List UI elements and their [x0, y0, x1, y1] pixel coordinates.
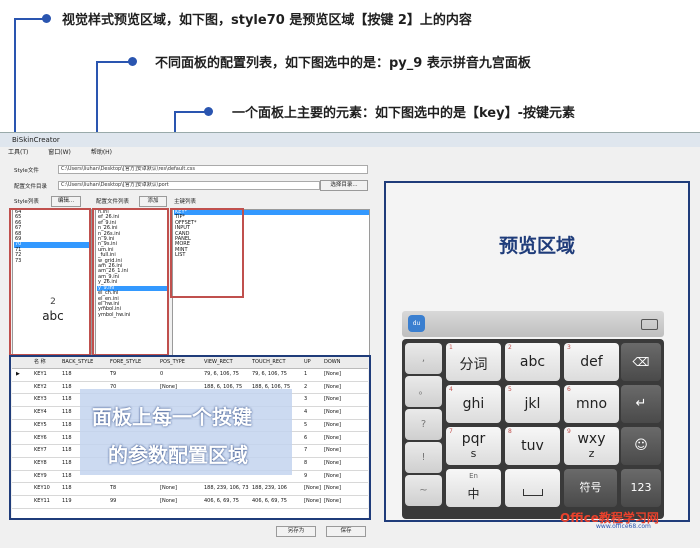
grid-frame	[9, 355, 371, 520]
key-number: 6	[567, 386, 571, 393]
callout-text-1: 视觉样式预览区域，如下图，style70 是预览区域【按键 2】上的内容	[62, 13, 472, 28]
key-list-highlight	[170, 208, 244, 298]
key-label: jkl	[524, 396, 541, 412]
key-list-label: 主键列表	[174, 199, 197, 205]
title-bar: BiSkinCreator	[0, 133, 700, 147]
callout-line-3h	[174, 111, 208, 113]
callout-text-3: 一个面板上主要的元素：如下图选中的是【key】-按键元素	[232, 106, 575, 121]
side-punct-key[interactable]: 。	[405, 376, 442, 407]
key-1[interactable]: 1 分词	[446, 343, 501, 381]
style-file-path[interactable]: C:\Users\liuhan\Desktop\[官方]安卓默认\res\def…	[58, 165, 368, 174]
symbol-key[interactable]: 符号	[564, 469, 617, 507]
key-label: abc	[519, 354, 546, 370]
key-9[interactable]: 9 wxy z	[564, 427, 619, 465]
lang-key-en: En	[469, 472, 478, 480]
keyboard-hide-icon[interactable]	[641, 319, 658, 330]
keyboard-topbar: du	[402, 311, 664, 337]
preview-title: 预览区域	[498, 235, 575, 257]
key-6[interactable]: 6 mno	[564, 385, 619, 423]
emoji-key[interactable]: ☺	[621, 427, 661, 465]
callout-text-2: 不同面板的配置列表，如下图选中的是：py_9 表示拼音九宫面板	[155, 56, 531, 71]
config-list-highlight	[92, 208, 169, 356]
key-number: 8	[508, 428, 512, 435]
window-title: BiSkinCreator	[12, 136, 60, 144]
key-5[interactable]: 5 jkl	[505, 385, 560, 423]
side-punct-key[interactable]: ,	[405, 343, 442, 374]
callout-line-1h	[14, 18, 46, 20]
app-window: BiSkinCreator 工具(T) 窗口(W) 帮助(H) Style文件 …	[0, 132, 700, 548]
enter-key[interactable]: ↵	[621, 385, 661, 423]
style-list-label: Style列表	[14, 199, 39, 205]
menu-tools[interactable]: 工具(T)	[8, 149, 28, 156]
num-key[interactable]: 123	[621, 469, 661, 507]
add-config-button[interactable]: 添加	[139, 196, 167, 207]
key-number: 2	[508, 344, 512, 351]
edit-style-button[interactable]: 编辑...	[51, 196, 81, 207]
save-button[interactable]: 保存	[326, 526, 366, 537]
key-label: mno	[575, 396, 608, 412]
key-number: 5	[508, 386, 512, 393]
key-sublabel: s	[470, 447, 477, 460]
menu-window[interactable]: 窗口(W)	[48, 149, 71, 156]
side-punct-key[interactable]: ~	[405, 475, 442, 506]
key-sublabel: z	[588, 447, 595, 460]
key-label: wxy	[577, 431, 606, 447]
preview-area: 预览区域 du ,。?! ~ 1 分词 2 abc 3 def 4 ghi 5 jkl 6 mno 7 pq…	[384, 181, 690, 530]
save-as-button[interactable]: 另存为	[276, 526, 316, 537]
key-number: 4	[449, 386, 453, 393]
watermark-url: www.office68.com	[596, 523, 651, 530]
key-label: ghi	[462, 396, 485, 412]
lang-key-zh: 中	[467, 487, 480, 501]
key-8[interactable]: 8 tuv	[505, 427, 560, 465]
key-4[interactable]: 4 ghi	[446, 385, 501, 423]
lang-key[interactable]: En 中	[446, 469, 501, 507]
key-number: 1	[449, 344, 453, 351]
space-icon	[523, 489, 543, 496]
choose-dir-button[interactable]: 选择目录...	[320, 180, 368, 191]
config-list-label: 配置文件列表	[96, 199, 130, 205]
backspace-key[interactable]: ⌫	[621, 343, 661, 381]
key-7[interactable]: 7 pqr s	[446, 427, 501, 465]
key-label: 分词	[459, 357, 488, 373]
callout-line-2h	[96, 61, 132, 63]
key-label: def	[580, 354, 603, 370]
space-key[interactable]	[505, 469, 560, 507]
menu-help[interactable]: 帮助(H)	[91, 149, 112, 156]
key-3[interactable]: 3 def	[564, 343, 619, 381]
key-number: 3	[567, 344, 571, 351]
menu-bar: 工具(T) 窗口(W) 帮助(H)	[0, 147, 700, 158]
side-punct-key[interactable]: ?	[405, 409, 442, 440]
side-punct-key[interactable]: !	[405, 442, 442, 473]
config-dir-label: 配置文件目录	[14, 184, 48, 190]
config-dir-path[interactable]: C:\Users\liuhan\Desktop\[官方]安卓默认\port	[58, 181, 320, 190]
key-label: tuv	[521, 438, 544, 454]
keyboard: ,。?! ~ 1 分词 2 abc 3 def 4 ghi 5 jkl 6 mno 7 pqr s 8 tuv 9 w…	[402, 339, 664, 519]
key-2[interactable]: 2 abc	[505, 343, 560, 381]
style-file-label: Style文件	[14, 168, 39, 174]
key-label: pqr	[461, 431, 486, 447]
style-list-highlight	[9, 208, 91, 356]
ime-logo-icon: du	[408, 315, 425, 332]
